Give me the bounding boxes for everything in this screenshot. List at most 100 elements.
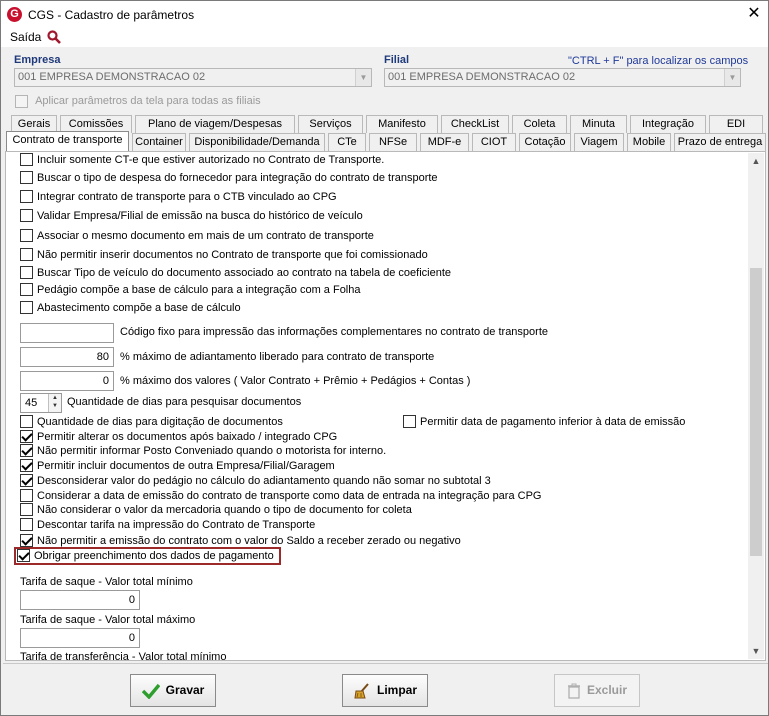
vertical-scrollbar[interactable]: ▲ ▼ (748, 153, 764, 659)
list-item[interactable]: Permitir incluir documentos de outra Emp… (20, 458, 335, 472)
option-checkbox[interactable] (20, 282, 33, 296)
list-item[interactable]: Descontar tarifa na impressão do Contrat… (20, 517, 316, 531)
list-item[interactable]: Associar o mesmo documento em mais de um… (20, 228, 374, 242)
tab-servicos[interactable]: Serviços (298, 115, 363, 133)
tab-coleta[interactable]: Coleta (512, 115, 567, 133)
tab-edi[interactable]: EDI (709, 115, 763, 133)
list-item[interactable]: Não considerar o valor da mercadoria qua… (20, 502, 412, 516)
option-checkbox[interactable] (20, 473, 33, 487)
option-checkbox[interactable] (20, 414, 33, 428)
app-window: G CGS - Cadastro de parâmetros ✕ Saída E… (0, 0, 769, 716)
app-logo-icon: G (7, 7, 22, 22)
tab-ciot[interactable]: CIOT (472, 133, 516, 151)
tab-minuta[interactable]: Minuta (570, 115, 627, 133)
tarifa-saque-max-input[interactable]: 0 (20, 628, 140, 648)
menu-bar: Saída (1, 29, 768, 47)
option-checkbox[interactable] (20, 300, 33, 314)
tab-contrato-transporte[interactable]: Contrato de transporte (6, 131, 129, 151)
tab-viagem[interactable]: Viagem (574, 133, 624, 151)
highlighted-option[interactable]: Obrigar preenchimento dos dados de pagam… (14, 547, 281, 565)
gravar-button[interactable]: Gravar (130, 674, 216, 707)
filial-label: Filial (384, 54, 410, 66)
apply-all-label: Aplicar parâmetros da tela para todas as… (35, 95, 261, 108)
dias-pesquisar-value: 45 (25, 397, 38, 409)
option-checkbox[interactable] (20, 458, 33, 472)
tab-cte[interactable]: CTe (328, 133, 366, 151)
option-checkbox[interactable] (20, 517, 33, 531)
divider (3, 663, 768, 664)
filial-select[interactable]: 001 EMPRESA DEMONSTRACAO 02 ▼ (384, 68, 741, 87)
tab-prazo-entrega[interactable]: Prazo de entrega (674, 133, 766, 151)
tab-checklist[interactable]: CheckList (441, 115, 509, 133)
tab-mdfe[interactable]: MDF-e (420, 133, 469, 151)
trash-icon (567, 683, 580, 699)
list-item[interactable]: Não permitir informar Posto Conveniado q… (20, 443, 386, 457)
list-item[interactable]: Abastecimento compõe a base de cálculo (20, 300, 241, 314)
apply-all-row: Aplicar parâmetros da tela para todas as… (15, 95, 261, 108)
list-item[interactable]: Integrar contrato de transporte para o C… (20, 189, 337, 203)
scroll-thumb[interactable] (750, 268, 762, 556)
codigo-fixo-input[interactable] (20, 323, 114, 343)
list-item[interactable]: Pedágio compõe a base de cálculo para a … (20, 282, 361, 296)
option-label: Não considerar o valor da mercadoria qua… (37, 504, 412, 516)
tab-mobile[interactable]: Mobile (627, 133, 671, 151)
option-label: Não permitir a emissão do contrato com o… (37, 535, 461, 547)
option-checkbox[interactable] (20, 152, 33, 166)
list-item[interactable]: Buscar o tipo de despesa do fornecedor p… (20, 170, 438, 184)
list-item[interactable]: Permitir alterar os documentos após baix… (20, 429, 337, 443)
tab-plano-viagem[interactable]: Plano de viagem/Despesas (135, 115, 295, 133)
excluir-button[interactable]: Excluir (554, 674, 640, 707)
option-checkbox[interactable] (403, 414, 416, 428)
list-item[interactable]: Considerar a data de emissão do contrato… (20, 488, 541, 502)
adiantamento-label: % máximo de adiantamento liberado para c… (120, 351, 435, 363)
close-icon[interactable]: ✕ (745, 4, 763, 24)
tab-integracao[interactable]: Integração (630, 115, 706, 133)
option-checkbox[interactable] (20, 247, 33, 261)
list-item[interactable]: Buscar Tipo de veículo do documento asso… (20, 265, 451, 279)
list-item[interactable]: Incluir somente CT-e que estiver autoriz… (20, 152, 385, 166)
adiantamento-input[interactable]: 80 (20, 347, 114, 367)
menu-item-saida[interactable]: Saída (10, 30, 41, 44)
tab-nfse[interactable]: NFSe (369, 133, 417, 151)
window-title: CGS - Cadastro de parâmetros (28, 8, 195, 22)
option-checkbox[interactable] (20, 265, 33, 279)
option-checkbox[interactable] (20, 488, 33, 502)
max-valores-input[interactable]: 0 (20, 371, 114, 391)
option-checkbox[interactable] (20, 189, 33, 203)
tab-container[interactable]: Container (132, 133, 186, 151)
option-checkbox[interactable] (20, 443, 33, 457)
option-label: Descontar tarifa na impressão do Contrat… (37, 519, 316, 531)
option-label: Buscar Tipo de veículo do documento asso… (37, 267, 451, 279)
option-checkbox[interactable] (20, 228, 33, 242)
option-label: Validar Empresa/Filial de emissão na bus… (37, 210, 363, 222)
tab-cotacao[interactable]: Cotação (519, 133, 571, 151)
scroll-down-icon[interactable]: ▼ (748, 643, 764, 659)
option-label: Incluir somente CT-e que estiver autoriz… (37, 154, 385, 166)
option-checkbox[interactable] (20, 208, 33, 222)
option-checkbox[interactable] (17, 548, 30, 562)
tarifa-saque-min-input[interactable]: 0 (20, 590, 140, 610)
empresa-select[interactable]: 001 EMPRESA DEMONSTRACAO 02 ▼ (14, 68, 372, 87)
apply-all-checkbox[interactable] (15, 95, 28, 108)
list-item[interactable]: Quantidade de dias para digitação de doc… (20, 414, 283, 428)
limpar-button[interactable]: Limpar (342, 674, 428, 707)
stepper-arrows-icon[interactable]: ▲ ▼ (48, 394, 61, 412)
option-checkbox[interactable] (20, 533, 33, 547)
tab-manifesto[interactable]: Manifesto (366, 115, 438, 133)
list-item[interactable]: Desconsiderar valor do pedágio no cálcul… (20, 473, 491, 487)
option-label: Obrigar preenchimento dos dados de pagam… (34, 550, 274, 562)
list-item[interactable]: Permitir data de pagamento inferior à da… (403, 414, 685, 428)
list-item[interactable]: Não permitir inserir documentos no Contr… (20, 247, 428, 261)
option-label: Não permitir inserir documentos no Contr… (37, 249, 428, 261)
list-item[interactable]: Não permitir a emissão do contrato com o… (20, 533, 461, 547)
option-checkbox[interactable] (20, 170, 33, 184)
scroll-up-icon[interactable]: ▲ (748, 153, 764, 169)
search-icon[interactable] (47, 30, 61, 44)
option-checkbox[interactable] (20, 429, 33, 443)
option-checkbox[interactable] (20, 502, 33, 516)
list-item[interactable]: Validar Empresa/Filial de emissão na bus… (20, 208, 363, 222)
dias-pesquisar-stepper[interactable]: 45 ▲ ▼ (20, 393, 62, 413)
empresa-select-value: 001 EMPRESA DEMONSTRACAO 02 (18, 71, 206, 83)
empresa-label: Empresa (14, 54, 61, 66)
tab-disponibilidade[interactable]: Disponibilidade/Demanda (189, 133, 325, 151)
